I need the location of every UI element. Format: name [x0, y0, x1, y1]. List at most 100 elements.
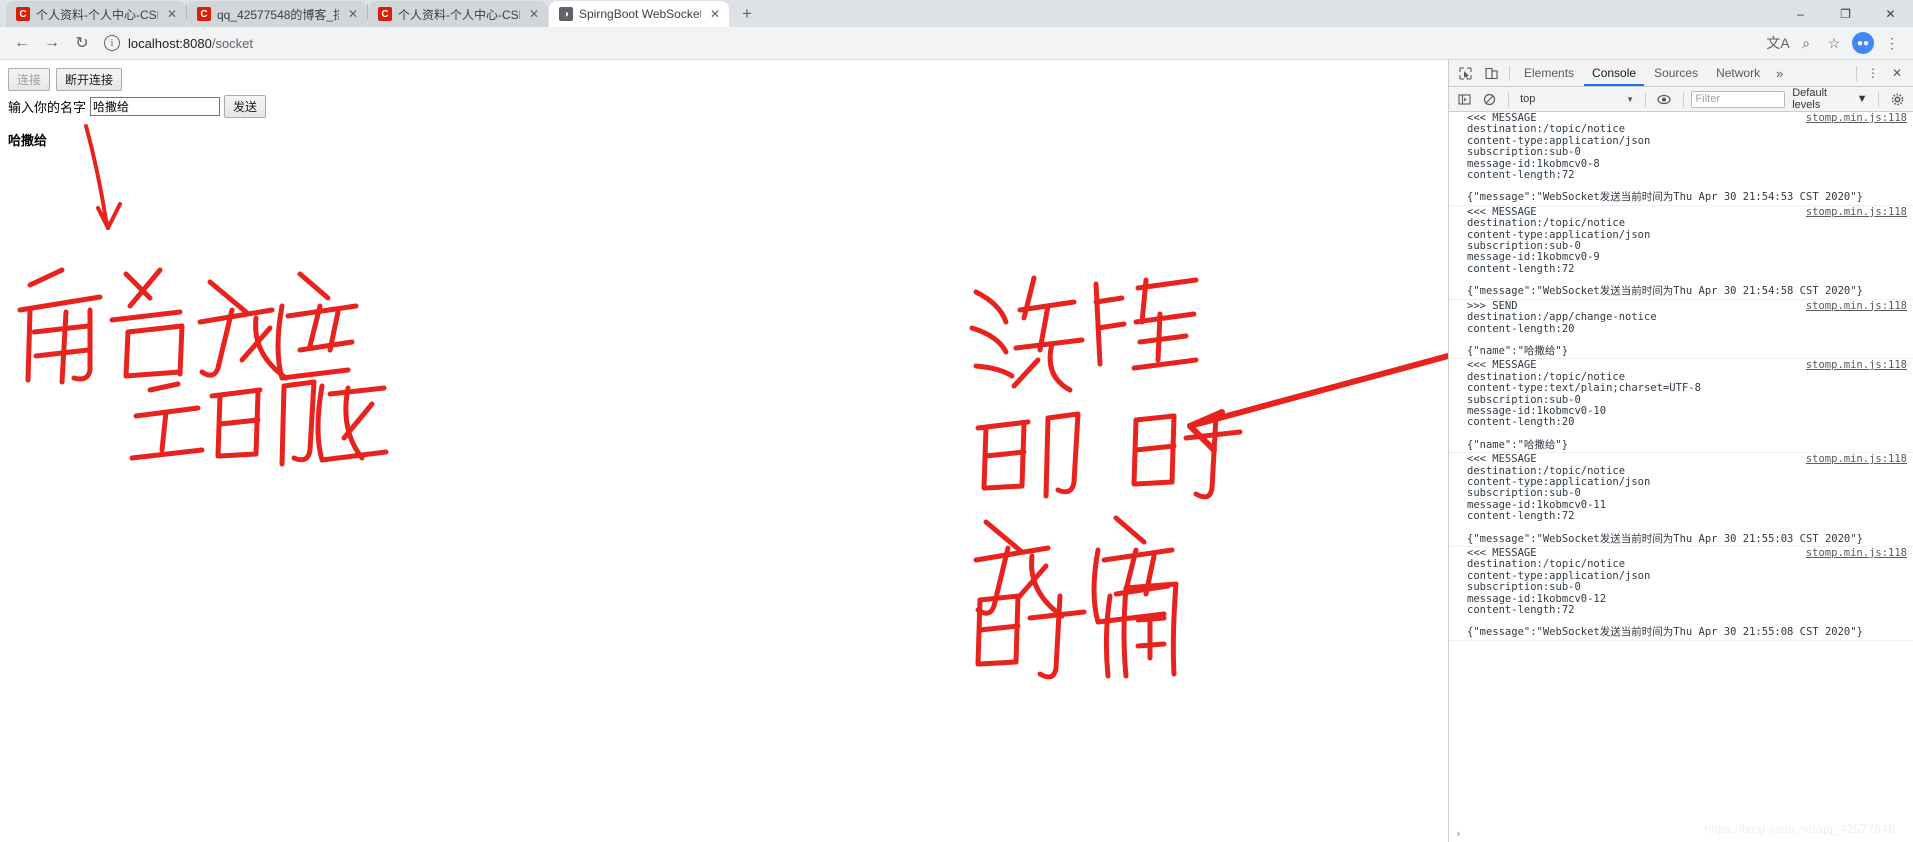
name-form-row: 输入你的名字 发送: [8, 95, 1440, 118]
log-entry-body: {"name":"哈撒给"}: [1467, 344, 1569, 357]
csdn-icon: C: [378, 7, 392, 21]
new-tab-button[interactable]: +: [733, 1, 761, 27]
blog-watermark: https://blog.csdn.net/qq_42577548: [1704, 822, 1895, 836]
chrome-menu-icon[interactable]: ⋮: [1879, 30, 1905, 56]
minimize-icon[interactable]: –: [1778, 0, 1823, 27]
maximize-icon[interactable]: ❐: [1823, 0, 1868, 27]
toolbar-divider: [1508, 91, 1510, 107]
annotation-overlay-right: [969, 275, 1448, 680]
bookmark-star-icon[interactable]: ☆: [1821, 30, 1847, 56]
live-expression-icon[interactable]: [1653, 88, 1676, 110]
devtools-panel: Elements Console Sources Network » ⋮ ✕ t…: [1448, 60, 1913, 842]
log-entry-spacer: [1467, 523, 1913, 534]
window-close-icon[interactable]: ✕: [1868, 0, 1913, 27]
tab-title: SpirngBoot WebSocket: [579, 7, 701, 21]
log-entry-body: {"name":"哈撒给"}: [1467, 438, 1569, 451]
execution-context-select[interactable]: top ▼: [1516, 93, 1638, 105]
note-frontend-send-return: [17, 267, 389, 467]
log-entry-header-line: content-length:72: [1467, 169, 1575, 182]
reload-icon[interactable]: ↻: [68, 29, 96, 57]
tab-console[interactable]: Console: [1584, 60, 1645, 86]
log-entry-source-link[interactable]: stomp.min.js:118: [1806, 547, 1907, 559]
browser-tab-1[interactable]: C 个人资料-个人中心-CSDN ✕: [6, 1, 186, 27]
close-icon[interactable]: ✕: [526, 6, 542, 22]
web-page: 连接 断开连接 输入你的名字 发送 哈撒给: [0, 60, 1448, 842]
tab-title: 个人资料-个人中心-CSDN: [398, 7, 520, 22]
inspect-element-icon[interactable]: [1453, 62, 1477, 84]
connection-buttons: 连接 断开连接: [8, 68, 1440, 91]
devtools-close-icon[interactable]: ✕: [1885, 62, 1909, 84]
address-bar[interactable]: i localhost:8080/socket: [104, 31, 1757, 55]
site-info-icon[interactable]: i: [104, 35, 120, 51]
devtools-menu-icon[interactable]: ⋮: [1861, 62, 1885, 84]
log-level-value: Default levels: [1792, 87, 1828, 111]
globe-icon: ◑: [559, 7, 573, 21]
connect-button[interactable]: 连接: [8, 68, 51, 91]
tab-sources[interactable]: Sources: [1646, 60, 1706, 86]
tab-title: 个人资料-个人中心-CSDN: [36, 7, 158, 22]
console-filter-input[interactable]: Filter: [1690, 90, 1786, 108]
log-entry-source-link[interactable]: stomp.min.js:118: [1806, 206, 1907, 218]
note-thread-send-time: [969, 275, 1243, 680]
tab-strip: C 个人资料-个人中心-CSDN ✕ C qq_42577548的博客_挡鸡立断…: [0, 0, 1913, 27]
console-sidebar-icon[interactable]: [1453, 88, 1476, 110]
browser-tab-3[interactable]: C 个人资料-个人中心-CSDN ✕: [368, 1, 548, 27]
url-path: /socket: [211, 35, 254, 51]
log-entry-source-link[interactable]: stomp.min.js:118: [1806, 112, 1907, 124]
disconnect-button[interactable]: 断开连接: [56, 68, 123, 91]
devtools-tab-bar: Elements Console Sources Network » ⋮ ✕: [1449, 60, 1913, 87]
browser-tab-2[interactable]: C qq_42577548的博客_挡鸡立断_ ✕: [187, 1, 367, 27]
log-entry-body: {"message":"WebSocket发送当前时间为Thu Apr 30 2…: [1467, 626, 1863, 639]
close-icon[interactable]: ✕: [345, 6, 361, 22]
log-level-select[interactable]: Default levels ▼: [1788, 87, 1871, 111]
tab-network[interactable]: Network: [1708, 60, 1768, 86]
log-entry-header-line: content-length:72: [1467, 604, 1575, 617]
chevron-down-icon: ▼: [1626, 94, 1635, 104]
window-controls: – ❐ ✕: [1778, 0, 1913, 27]
console-log-entry[interactable]: <<< MESSAGE stomp.min.js:118 destination:/…: [1449, 112, 1913, 206]
toolbar-divider: [1645, 91, 1647, 107]
console-log-entry[interactable]: <<< MESSAGE stomp.min.js:118 destination:/…: [1449, 453, 1913, 547]
log-entry-source-link[interactable]: stomp.min.js:118: [1806, 300, 1907, 312]
name-input[interactable]: [90, 97, 221, 116]
console-log-entry[interactable]: <<< MESSAGE stomp.min.js:118 destination:/…: [1449, 359, 1913, 454]
toolbar-divider: [1509, 65, 1510, 81]
close-icon[interactable]: ✕: [707, 6, 723, 22]
execution-context-value: top: [1520, 93, 1536, 105]
close-icon[interactable]: ✕: [164, 6, 180, 22]
tab-title: qq_42577548的博客_挡鸡立断_: [217, 7, 339, 22]
viewport: 连接 断开连接 输入你的名字 发送 哈撒给: [0, 60, 1913, 842]
zoom-icon[interactable]: ⌕: [1793, 30, 1819, 56]
console-log-entry[interactable]: <<< MESSAGE stomp.min.js:118 destination:/…: [1449, 206, 1913, 300]
console-settings-gear-icon[interactable]: [1886, 88, 1909, 110]
log-entry-header-line: destination:/app/change-notice: [1467, 311, 1657, 324]
device-toolbar-icon[interactable]: [1479, 62, 1503, 84]
browser-tab-4-active[interactable]: ◑ SpirngBoot WebSocket ✕: [549, 1, 729, 27]
console-toolbar: top ▼ Filter Default levels ▼: [1449, 87, 1913, 112]
log-entry-header-line: destination:/topic/notice: [1467, 217, 1626, 230]
send-button[interactable]: 发送: [224, 95, 267, 118]
url-host: localhost:8080: [128, 35, 212, 51]
address-bar-url: localhost:8080/socket: [128, 36, 253, 51]
log-entry-body: {"message":"WebSocket发送当前时间为Thu Apr 30 2…: [1467, 285, 1863, 298]
devtools-right-controls: ⋮ ✕: [1852, 62, 1909, 84]
forward-icon[interactable]: →: [38, 29, 66, 57]
console-log-list[interactable]: <<< MESSAGE stomp.min.js:118 destination:/…: [1449, 112, 1913, 825]
profile-avatar[interactable]: ●●: [1852, 32, 1874, 54]
browser-window: C 个人资料-个人中心-CSDN ✕ C qq_42577548的博客_挡鸡立断…: [0, 0, 1913, 842]
console-log-entry[interactable]: <<< MESSAGE stomp.min.js:118 destination:/…: [1449, 547, 1913, 641]
more-tabs-icon[interactable]: »: [1770, 66, 1789, 81]
chevron-down-icon: ▼: [1856, 93, 1868, 105]
back-icon[interactable]: ←: [8, 29, 36, 57]
log-entry-header-line: content-type:text/plain;charset=UTF-8: [1467, 382, 1701, 395]
annotation-overlay: [17, 124, 389, 467]
toolbar-divider: [1878, 91, 1880, 107]
csdn-icon: C: [197, 7, 211, 21]
console-log-entry[interactable]: >>> SEND stomp.min.js:118 destination:/app…: [1449, 300, 1913, 360]
name-label: 输入你的名字: [8, 100, 87, 115]
translate-icon[interactable]: 文A: [1765, 30, 1791, 56]
clear-console-icon[interactable]: [1479, 88, 1502, 110]
log-entry-source-link[interactable]: stomp.min.js:118: [1806, 453, 1907, 465]
tab-elements[interactable]: Elements: [1516, 60, 1582, 86]
log-entry-source-link[interactable]: stomp.min.js:118: [1806, 359, 1907, 371]
